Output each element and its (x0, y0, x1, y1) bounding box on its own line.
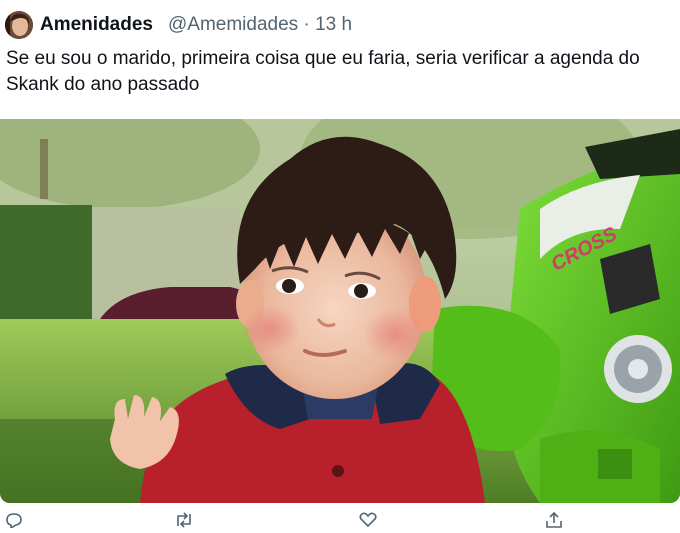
tweet-actions (0, 510, 680, 530)
author-name[interactable]: Amenidades (40, 14, 153, 36)
author-avatar[interactable] (5, 11, 33, 39)
tweet-timestamp[interactable]: 13 h (315, 14, 352, 35)
tweet-photo[interactable]: CROSS (0, 119, 680, 503)
like-icon[interactable] (358, 512, 378, 528)
tweet-meta: @Amemidades · 13 h (168, 14, 352, 36)
share-icon[interactable] (544, 511, 564, 528)
reply-icon[interactable] (4, 512, 24, 530)
author-handle[interactable]: @Amemidades (168, 14, 298, 35)
tweet-text: Se eu sou o marido, primeira coisa que e… (6, 48, 640, 95)
meta-separator: · (303, 14, 310, 35)
retweet-icon[interactable] (174, 512, 194, 528)
tweet-header: Amenidades @Amemidades · 13 h (0, 0, 680, 52)
